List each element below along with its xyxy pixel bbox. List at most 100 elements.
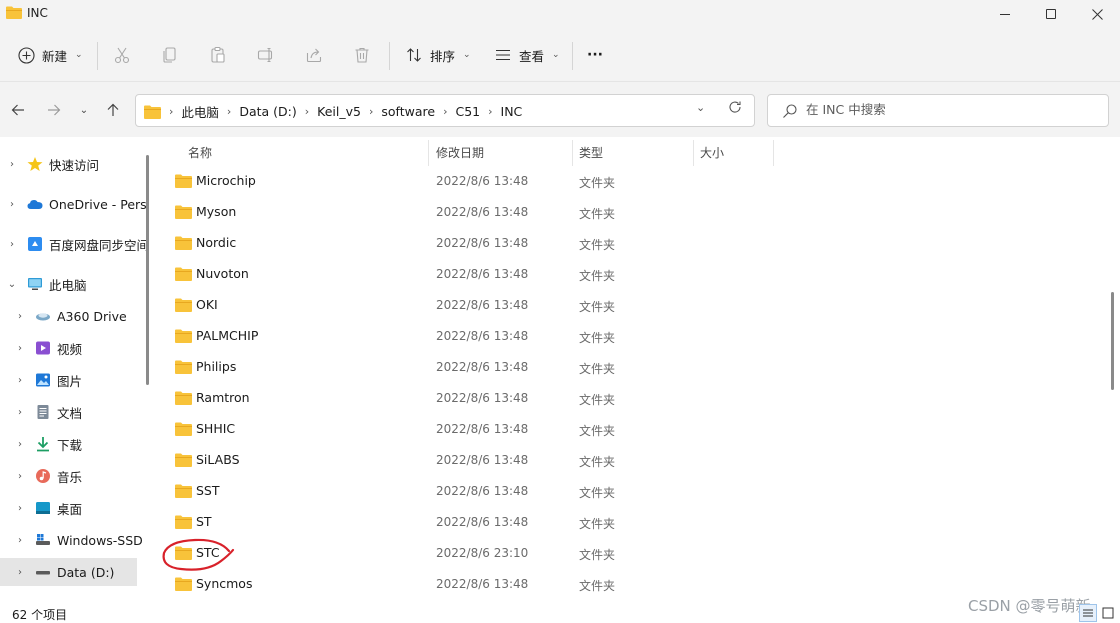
column-divider[interactable] — [693, 140, 694, 166]
column-header-name[interactable]: ⌃ 名称 — [188, 137, 428, 167]
file-type: 文件夹 — [579, 455, 616, 469]
file-name[interactable]: Microchip — [196, 173, 256, 188]
minimize-button[interactable] — [982, 0, 1028, 28]
download-icon — [37, 437, 49, 452]
nav-item-onedrive[interactable]: › OneDrive - Pers — [0, 190, 146, 218]
table-row[interactable]: SiLABS 2022/8/6 13:48 文件夹 — [155, 446, 1110, 477]
view-button[interactable]: 查看 ⌄ — [493, 38, 560, 72]
crumb-c51[interactable]: C51 — [455, 104, 480, 119]
share-button[interactable] — [304, 38, 324, 72]
maximize-button[interactable] — [1028, 0, 1074, 28]
file-name[interactable]: Nuvoton — [196, 266, 249, 281]
chevron-right-icon[interactable]: › — [14, 535, 26, 546]
nav-item-windows-ssd[interactable]: › Windows-SSD — [0, 526, 146, 554]
nav-item-documents[interactable]: › 文档 — [0, 398, 146, 426]
delete-button[interactable] — [352, 38, 372, 72]
address-bar[interactable]: › 此电脑 › Data (D:) › Keil_v5 › software ›… — [135, 94, 755, 127]
table-row[interactable]: SST 2022/8/6 13:48 文件夹 — [155, 477, 1110, 508]
recent-locations-button[interactable]: ⌄ — [72, 98, 96, 122]
rename-button[interactable] — [256, 38, 276, 72]
file-name[interactable]: SiLABS — [196, 452, 240, 467]
nav-scrollbar[interactable] — [146, 155, 149, 385]
file-name[interactable]: Myson — [196, 204, 236, 219]
chevron-right-icon[interactable]: › — [6, 199, 18, 210]
arrow-right-icon — [48, 104, 61, 116]
table-row[interactable]: Syncmos 2022/8/6 13:48 文件夹 — [155, 570, 1110, 601]
chevron-right-icon[interactable]: › — [14, 311, 26, 322]
nav-item-this-pc[interactable]: ⌄ 此电脑 — [0, 270, 146, 298]
nav-item-downloads[interactable]: › 下载 — [0, 430, 146, 458]
table-row[interactable]: OKI 2022/8/6 13:48 文件夹 — [155, 291, 1110, 322]
file-name[interactable]: Nordic — [196, 235, 236, 250]
file-name[interactable]: Syncmos — [196, 576, 252, 591]
table-row[interactable]: Ramtron 2022/8/6 13:48 文件夹 — [155, 384, 1110, 415]
nav-item-pictures[interactable]: › 图片 — [0, 366, 146, 394]
chevron-right-icon[interactable]: › — [14, 375, 26, 386]
sort-button[interactable]: 排序 ⌄ — [404, 38, 471, 72]
crumb-inc[interactable]: INC — [501, 104, 523, 119]
file-name[interactable]: SST — [196, 483, 220, 498]
table-row[interactable]: ST 2022/8/6 13:48 文件夹 — [155, 508, 1110, 539]
search-box[interactable] — [767, 94, 1109, 127]
file-name[interactable]: Ramtron — [196, 390, 250, 405]
nav-item-a360-drive[interactable]: › A360 Drive — [0, 302, 146, 330]
chevron-right-icon[interactable]: › — [14, 343, 26, 354]
nav-item-quick-access[interactable]: › 快速访问 — [0, 150, 146, 178]
table-row[interactable]: STC 2022/8/6 23:10 文件夹 — [155, 539, 1110, 570]
table-row[interactable]: Nuvoton 2022/8/6 13:48 文件夹 — [155, 260, 1110, 291]
chevron-right-icon[interactable]: › — [14, 567, 26, 578]
back-button[interactable] — [6, 98, 30, 122]
chevron-down-icon[interactable]: ⌄ — [6, 279, 18, 290]
file-name[interactable]: SHHIC — [196, 421, 235, 436]
new-button[interactable]: 新建 ⌄ — [16, 38, 83, 72]
tiles-view-button[interactable] — [1099, 604, 1117, 622]
file-modified: 2022/8/6 13:48 — [436, 205, 529, 219]
nav-item-data-drive[interactable]: › Data (D:) — [0, 558, 137, 586]
paste-button[interactable] — [208, 38, 228, 72]
cut-button[interactable] — [112, 38, 132, 72]
table-row[interactable]: Myson 2022/8/6 13:48 文件夹 — [155, 198, 1110, 229]
table-row[interactable]: SHHIC 2022/8/6 13:48 文件夹 — [155, 415, 1110, 446]
nav-item-music[interactable]: › 音乐 — [0, 462, 146, 490]
chevron-right-icon[interactable]: › — [14, 503, 26, 514]
table-row[interactable]: Nordic 2022/8/6 13:48 文件夹 — [155, 229, 1110, 260]
crumb-keil[interactable]: Keil_v5 — [317, 104, 361, 119]
column-divider[interactable] — [428, 140, 429, 166]
column-header-size[interactable]: 大小 — [700, 137, 770, 167]
column-header-type[interactable]: 类型 — [579, 137, 689, 167]
file-name[interactable]: ST — [196, 514, 212, 529]
chevron-right-icon[interactable]: › — [14, 471, 26, 482]
copy-button[interactable] — [160, 38, 180, 72]
nav-item-baidu-sync[interactable]: › 百度网盘同步空间 — [0, 230, 146, 258]
chevron-right-icon[interactable]: › — [6, 239, 18, 250]
chevron-right-icon[interactable]: › — [6, 159, 18, 170]
address-history-button[interactable]: ⌄ — [696, 101, 705, 114]
close-button[interactable] — [1074, 0, 1120, 28]
more-button[interactable]: ··· — [587, 38, 603, 72]
chevron-right-icon[interactable]: › — [14, 439, 26, 450]
search-input[interactable] — [806, 102, 1096, 117]
chevron-right-icon[interactable]: › — [14, 407, 26, 418]
this-pc-icon — [28, 278, 42, 290]
content-scrollbar-thumb[interactable] — [1111, 292, 1114, 390]
column-divider[interactable] — [773, 140, 774, 166]
file-name[interactable]: Philips — [196, 359, 236, 374]
details-view-button[interactable] — [1079, 604, 1097, 622]
table-row[interactable]: Microchip 2022/8/6 13:48 文件夹 — [155, 167, 1110, 198]
file-name[interactable]: PALMCHIP — [196, 328, 258, 343]
table-row[interactable]: PALMCHIP 2022/8/6 13:48 文件夹 — [155, 322, 1110, 353]
column-header-modified[interactable]: 修改日期 — [436, 137, 571, 167]
toolbar-divider — [97, 42, 98, 70]
nav-label: OneDrive - Pers — [49, 196, 146, 212]
crumb-software[interactable]: software — [381, 104, 435, 119]
nav-item-videos[interactable]: › 视频 — [0, 334, 146, 362]
forward-button[interactable] — [42, 98, 66, 122]
up-button[interactable] — [101, 98, 125, 122]
refresh-button[interactable] — [728, 100, 742, 118]
file-name[interactable]: OKI — [196, 297, 218, 312]
nav-item-desktop[interactable]: › 桌面 — [0, 494, 146, 522]
table-row[interactable]: Philips 2022/8/6 13:48 文件夹 — [155, 353, 1110, 384]
column-divider[interactable] — [572, 140, 573, 166]
crumb-drive[interactable]: Data (D:) — [239, 104, 296, 119]
crumb-this-pc[interactable]: 此电脑 — [181, 102, 219, 121]
